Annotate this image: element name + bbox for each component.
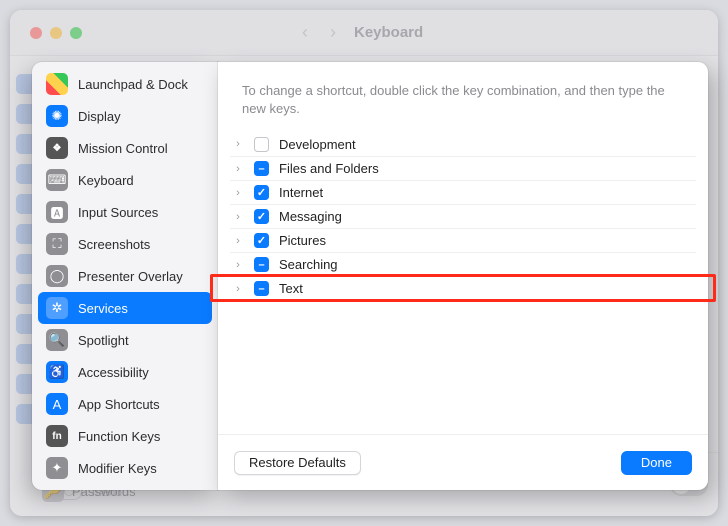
sidebar-item-keyboard[interactable]: ⌨ Keyboard (38, 164, 212, 196)
services-panel: To change a shortcut, double click the k… (218, 62, 708, 490)
window-title: Keyboard (354, 24, 423, 41)
sidebar-item-label: Modifier Keys (78, 461, 157, 476)
category-checkbox[interactable]: ✓ (254, 185, 269, 200)
zoom-icon[interactable] (70, 27, 82, 39)
close-icon[interactable] (30, 27, 42, 39)
function-keys-icon: fn (46, 425, 68, 447)
category-checkbox[interactable]: – (254, 257, 269, 272)
mission-control-icon: ❖ (46, 137, 68, 159)
category-checkbox[interactable]: ✓ (254, 209, 269, 224)
sidebar-item-launchpad-dock[interactable]: Launchpad & Dock (38, 68, 212, 100)
category-row-text[interactable]: ›–Text (230, 276, 696, 300)
modifier-keys-icon: ✦ (46, 457, 68, 479)
category-checkbox[interactable]: – (254, 281, 269, 296)
panel-footer: Restore Defaults Done (218, 434, 708, 490)
service-category-list: ›Development›–Files and Folders›✓Interne… (218, 132, 708, 434)
sidebar-item-input-sources[interactable]: 🅰 Input Sources (38, 196, 212, 228)
sidebar-item-label: Display (78, 109, 121, 124)
category-label: Internet (279, 185, 323, 200)
sidebar-item-label: Spotlight (78, 333, 129, 348)
sidebar-item-label: Input Sources (78, 205, 158, 220)
category-row-files-and-folders[interactable]: ›–Files and Folders (230, 156, 696, 180)
category-checkbox[interactable] (254, 137, 269, 152)
back-icon[interactable]: ‹ (302, 22, 308, 43)
nav-arrows: ‹ › (302, 22, 336, 43)
shortcuts-sidebar: Launchpad & Dock ✺ Display ❖ Mission Control… (32, 62, 218, 490)
category-row-messaging[interactable]: › ✓ Messaging (230, 204, 696, 228)
sidebar-item-mission-control[interactable]: ❖ Mission Control (38, 132, 212, 164)
window-controls (30, 27, 82, 39)
category-label: Development (279, 137, 356, 152)
category-label: Messaging (279, 209, 342, 224)
display-icon: ✺ (46, 105, 68, 127)
disclosure-chevron-icon[interactable]: › (232, 163, 244, 175)
done-button[interactable]: Done (621, 451, 692, 475)
sidebar-item-label: Accessibility (78, 365, 149, 380)
category-label: Files and Folders (279, 161, 379, 176)
sidebar-item-label: Mission Control (78, 141, 168, 156)
keyboard-icon: ⌨ (46, 169, 68, 191)
services-icon: ✲ (46, 297, 68, 319)
minimize-icon[interactable] (50, 27, 62, 39)
category-label: Text (279, 281, 303, 296)
sidebar-item-modifier-keys[interactable]: ✦ Modifier Keys (38, 452, 212, 484)
forward-icon[interactable]: › (330, 22, 336, 43)
category-row-searching[interactable]: ›–Searching (230, 252, 696, 276)
category-label: Pictures (279, 233, 326, 248)
restore-defaults-button[interactable]: Restore Defaults (234, 451, 361, 475)
screenshots-icon: ⛶ (46, 233, 68, 255)
disclosure-chevron-icon[interactable]: › (232, 283, 244, 295)
input-sources-icon: 🅰 (46, 201, 68, 223)
category-checkbox[interactable]: – (254, 161, 269, 176)
titlebar: ‹ › Keyboard (10, 10, 718, 56)
sidebar-item-app-shortcuts[interactable]: A App Shortcuts (38, 388, 212, 420)
category-row-internet[interactable]: › ✓ Internet (230, 180, 696, 204)
sidebar-item-presenter-overlay[interactable]: ◯ Presenter Overlay (38, 260, 212, 292)
category-checkbox[interactable]: ✓ (254, 233, 269, 248)
sidebar-item-label: Presenter Overlay (78, 269, 183, 284)
disclosure-chevron-icon[interactable]: › (232, 211, 244, 223)
sidebar-item-label: Keyboard (78, 173, 134, 188)
disclosure-chevron-icon[interactable]: › (232, 259, 244, 271)
sidebar-item-display[interactable]: ✺ Display (38, 100, 212, 132)
sidebar-item-spotlight[interactable]: 🔍 Spotlight (38, 324, 212, 356)
category-row-development[interactable]: › Development (230, 132, 696, 156)
disclosure-chevron-icon[interactable]: › (232, 235, 244, 247)
presenter-overlay-icon: ◯ (46, 265, 68, 287)
category-label: Searching (279, 257, 338, 272)
sidebar-item-screenshots[interactable]: ⛶ Screenshots (38, 228, 212, 260)
disclosure-chevron-icon[interactable]: › (232, 138, 244, 150)
sidebar-item-services[interactable]: ✲ Services (38, 292, 212, 324)
launchpad-dock-icon (46, 73, 68, 95)
sidebar-item-label: App Shortcuts (78, 397, 160, 412)
app-shortcuts-icon: A (46, 393, 68, 415)
sidebar-item-accessibility[interactable]: ♿ Accessibility (38, 356, 212, 388)
instruction-text: To change a shortcut, double click the k… (218, 62, 708, 132)
spotlight-icon: 🔍 (46, 329, 68, 351)
sidebar-item-label: Screenshots (78, 237, 150, 252)
accessibility-icon: ♿ (46, 361, 68, 383)
sidebar-item-function-keys[interactable]: fn Function Keys (38, 420, 212, 452)
category-row-pictures[interactable]: › ✓ Pictures (230, 228, 696, 252)
sidebar-item-label: Launchpad & Dock (78, 77, 188, 92)
sidebar-item-label: Function Keys (78, 429, 160, 444)
sidebar-item-label: Services (78, 301, 128, 316)
disclosure-chevron-icon[interactable]: › (232, 187, 244, 199)
